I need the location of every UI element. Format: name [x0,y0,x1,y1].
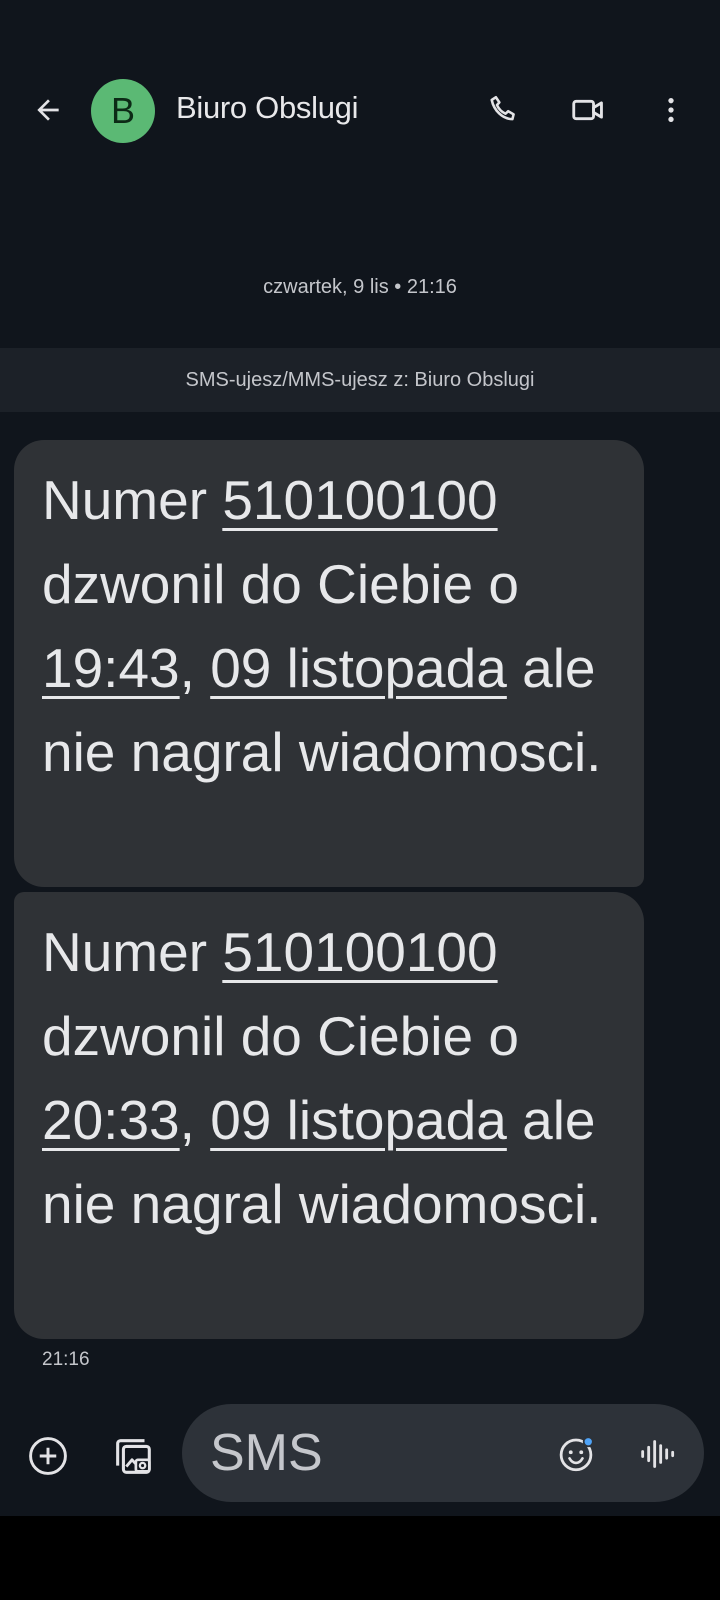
message-text: , [179,1089,211,1151]
call-button[interactable] [478,84,530,136]
date-separator: czwartek, 9 lis • 21:16 [263,276,457,298]
message-text: dzwonil do Ciebie o [42,1005,519,1067]
message-text: Numer [42,469,223,531]
date-link[interactable]: 09 listopada [210,637,507,699]
voice-icon [641,1440,675,1468]
gallery-button[interactable] [107,1430,159,1482]
sms-info-bar: SMS-ujesz/MMS-ujesz z: Biuro Obslugi [0,348,720,412]
phone-icon [490,95,515,121]
phone-number-link[interactable]: 510100100 [222,469,497,531]
add-circle-icon [29,1437,67,1475]
phone-number-link[interactable]: 510100100 [222,921,497,983]
message-composer [0,1400,720,1516]
time-link[interactable]: 20:33 [42,1089,180,1151]
message-timestamp: 21:16 [42,1349,90,1370]
more-options-button[interactable] [645,84,697,136]
message-input-container[interactable] [182,1404,704,1502]
avatar-letter: B [110,90,135,131]
message-input[interactable] [210,1426,510,1480]
voice-message-button[interactable] [630,1428,682,1480]
message-text: Numer [42,921,223,983]
date-link[interactable]: 09 listopada [210,1089,507,1151]
video-call-icon [572,99,603,121]
emoji-button[interactable] [550,1428,602,1480]
more-vert-icon [668,98,674,122]
add-attachment-button[interactable] [22,1430,74,1482]
message-bubble[interactable]: Numer 510100100 dzwonil do Ciebie o 19:4… [14,440,644,887]
contact-name[interactable]: Biuro Obslugi [176,90,359,126]
back-button[interactable] [22,84,74,136]
emoji-icon [559,1436,594,1472]
message-text: , [179,637,211,699]
avatar[interactable]: B [91,79,155,143]
sms-info-text: SMS-ujesz/MMS-ujesz z: Biuro Obslugi [185,368,535,391]
conversation-header: B Biuro Obslugi [0,62,720,158]
message-text: dzwonil do Ciebie o [42,553,519,615]
time-link[interactable]: 19:43 [42,637,180,699]
gallery-icon [116,1439,151,1474]
system-navigation-bar [0,1516,720,1600]
message-bubble[interactable]: Numer 510100100 dzwonil do Ciebie o 20:3… [14,892,644,1339]
video-call-button[interactable] [562,84,614,136]
arrow-back-icon [37,99,59,121]
